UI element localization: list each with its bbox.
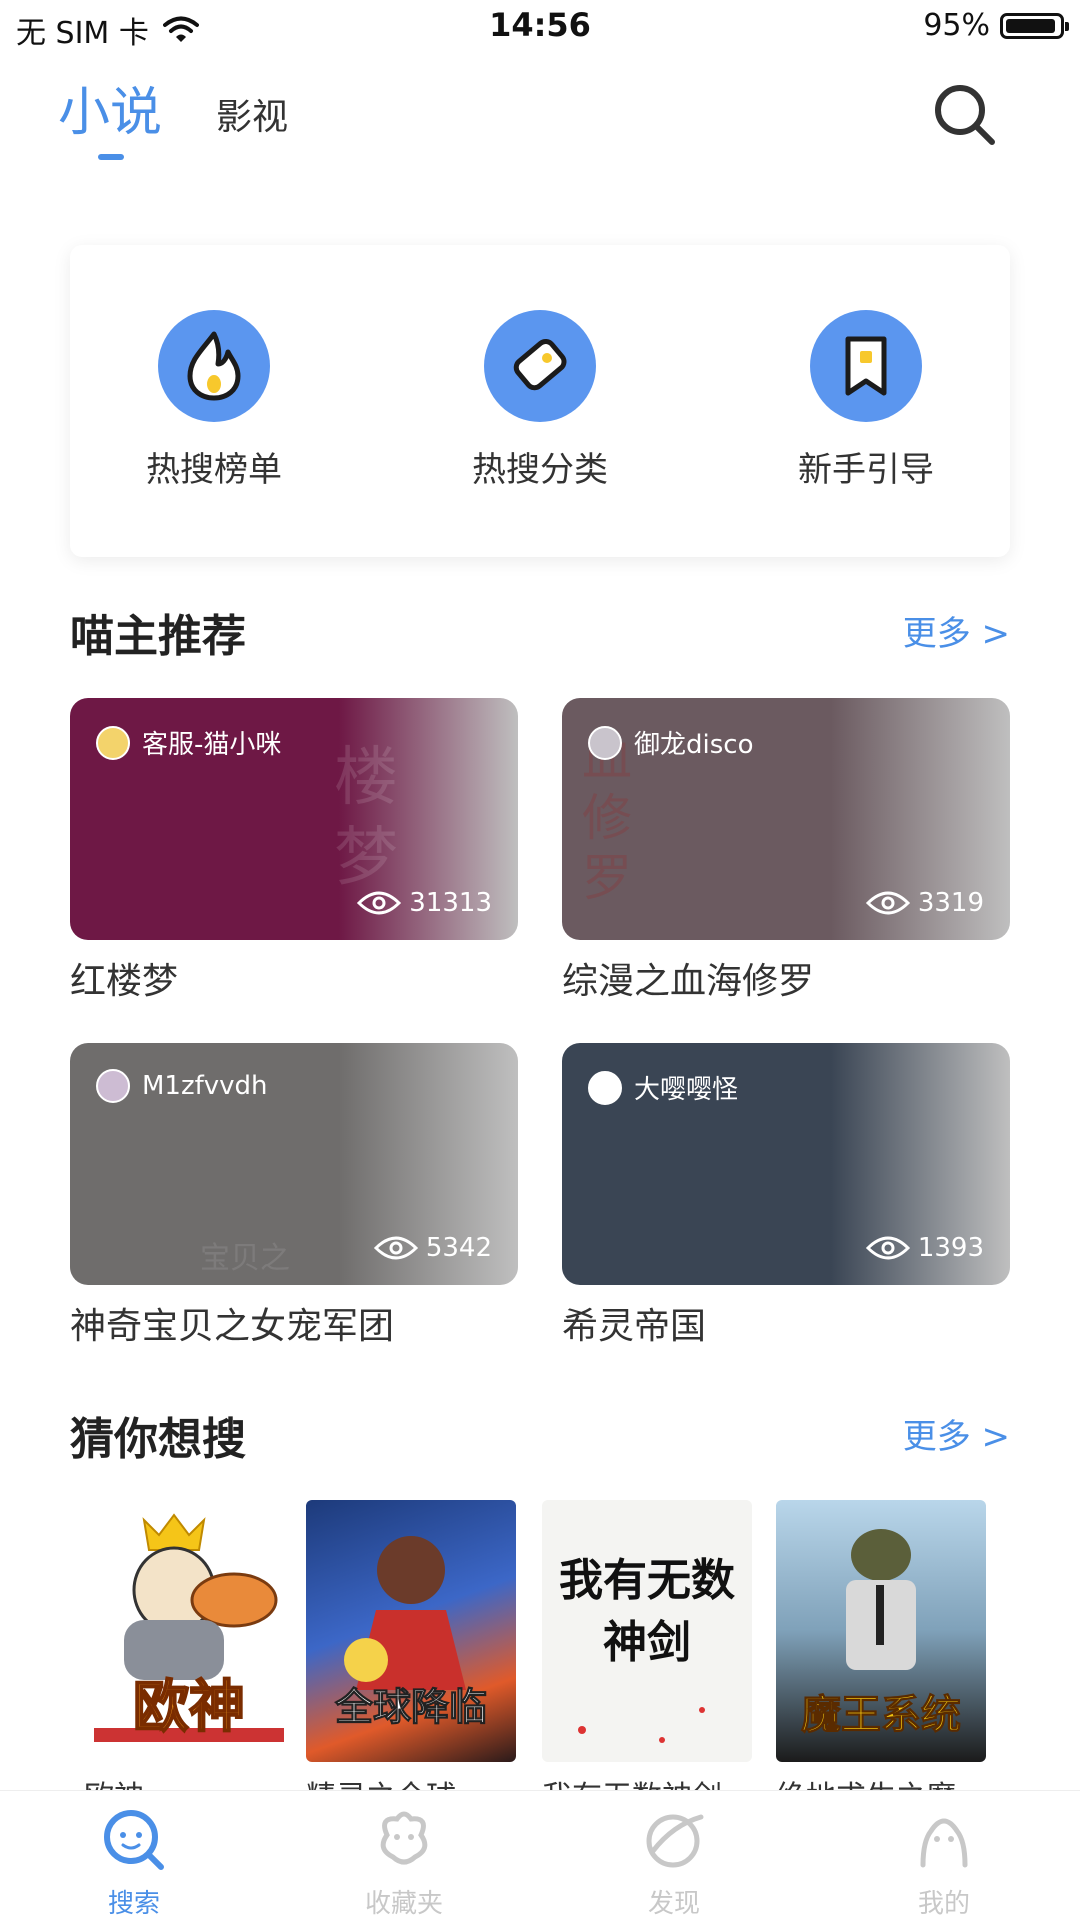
avatar — [588, 1070, 622, 1105]
nav-label: 收藏夹 — [364, 1889, 443, 1919]
avatar — [96, 1069, 130, 1103]
discover-icon — [646, 1814, 704, 1868]
favorites-icon — [380, 1811, 428, 1865]
book-item[interactable]: 欧神 欧神 — [84, 1500, 294, 1816]
bottom-nav: 搜索 收藏夹 发现 我的 — [0, 1790, 1080, 1921]
recommend-title: 喵主推荐 — [70, 611, 246, 662]
top-tabs: 小说 影视 — [0, 70, 1080, 170]
battery-percent: 95% — [923, 8, 990, 43]
recommend-user-name: M1zfvvdh — [142, 1071, 268, 1101]
recommend-book-title: 希灵帝国 — [562, 1306, 707, 1347]
nav-label: 发现 — [647, 1889, 700, 1919]
quick-actions-card: 热搜榜单 热搜分类 新手引导 — [70, 245, 1010, 557]
quick-action-label: 新手引导 — [798, 450, 934, 490]
search-face-icon — [104, 1810, 164, 1870]
recommend-cover: 血修罗 御龙disco 3319 — [562, 698, 1010, 940]
active-tab-indicator — [98, 154, 124, 160]
recommend-cover: 宝贝之 M1zfvvdh 5342 — [70, 1043, 518, 1285]
view-count-value: 31313 — [409, 888, 492, 918]
guess-title: 猜你想搜 — [70, 1414, 246, 1465]
recommend-user-name: 大嘤嘤怪 — [634, 1075, 739, 1105]
bookmark-icon — [810, 310, 922, 422]
search-icon[interactable] — [930, 80, 1000, 150]
book-cover: 全球降临 — [306, 1500, 516, 1762]
recommend-user: 御龙disco — [588, 724, 753, 761]
profile-icon — [920, 1818, 968, 1868]
book-item[interactable]: 我有无数神剑 我有无数神剑 — [542, 1500, 752, 1816]
recommend-user: 客服-猫小咪 — [96, 724, 281, 761]
flame-icon — [158, 310, 270, 422]
nav-label: 搜索 — [107, 1889, 160, 1919]
recommend-cover: 楼梦 客服-猫小咪 31313 — [70, 698, 518, 940]
eye-icon — [373, 1236, 418, 1260]
status-bar: 无 SIM 卡 14:56 95% — [0, 0, 1080, 54]
quick-action-guide[interactable]: 新手引导 — [746, 310, 986, 491]
book-cover: 魔王系统 — [776, 1500, 986, 1762]
view-count: 3319 — [865, 888, 984, 918]
book-cover-text: 我有无数神剑 — [559, 1555, 735, 1668]
recommend-cover: 大嘤嘤怪 1393 — [562, 1043, 1010, 1285]
book-cover-text: 欧神 — [132, 1673, 246, 1741]
recommend-card[interactable]: 宝贝之 M1zfvvdh 5342 神奇宝贝之女宠军团 — [70, 1043, 518, 1349]
guess-header: 猜你想搜 更多 > — [70, 1403, 1010, 1465]
recommend-card[interactable]: 楼梦 客服-猫小咪 31313 红楼梦 — [70, 698, 518, 1004]
recommend-book-title: 综漫之血海修罗 — [562, 961, 815, 1002]
book-cover: 欧神 — [84, 1500, 294, 1762]
book-cover-text: 全球降临 — [334, 1684, 487, 1730]
battery-icon — [1000, 12, 1069, 39]
quick-action-category[interactable]: 热搜分类 — [420, 310, 660, 491]
recommend-more-link[interactable]: 更多 > — [903, 606, 1010, 655]
nav-label: 我的 — [917, 1889, 970, 1919]
status-time: 14:56 — [489, 6, 591, 44]
nav-discover[interactable]: 发现 — [604, 1805, 744, 1920]
nav-search[interactable]: 搜索 — [64, 1805, 204, 1920]
recommend-card[interactable]: 大嘤嘤怪 1393 希灵帝国 — [562, 1043, 1010, 1349]
quick-action-hot-list[interactable]: 热搜榜单 — [94, 310, 334, 491]
book-item[interactable]: 全球降临 精灵之全球... — [306, 1500, 516, 1816]
view-count-value: 1393 — [917, 1233, 984, 1263]
recommend-user-name: 客服-猫小咪 — [142, 730, 282, 760]
eye-icon — [357, 891, 402, 915]
view-count: 1393 — [865, 1233, 984, 1263]
book-cover: 我有无数神剑 — [542, 1500, 752, 1762]
recommend-card[interactable]: 血修罗 御龙disco 3319 综漫之血海修罗 — [562, 698, 1010, 1004]
eye-icon — [865, 1236, 910, 1260]
status-right: 95% — [923, 8, 1069, 43]
tag-icon — [484, 310, 596, 422]
guess-more-link[interactable]: 更多 > — [903, 1409, 1010, 1458]
view-count: 5342 — [373, 1233, 492, 1263]
avatar — [588, 725, 622, 760]
recommend-header: 喵主推荐 更多 > — [70, 600, 1010, 662]
recommend-user-name: 御龙disco — [634, 730, 754, 760]
eye-icon — [865, 891, 910, 915]
book-cover-text: 魔王系统 — [801, 1691, 962, 1739]
tab-novel[interactable]: 小说 — [58, 70, 162, 145]
tab-video[interactable]: 影视 — [216, 88, 288, 140]
guess-book-list: 欧神 欧神 全球降临 精灵之全球... 我有无数神剑 我有无数神剑 — [70, 1500, 1080, 1815]
avatar — [96, 725, 130, 760]
recommend-user: 大嘤嘤怪 — [588, 1069, 738, 1106]
recommend-user: M1zfvvdh — [96, 1069, 268, 1103]
view-count: 31313 — [357, 888, 492, 918]
view-count-value: 3319 — [917, 888, 984, 918]
view-count-value: 5342 — [425, 1233, 492, 1263]
book-item[interactable]: 魔王系统 绝地求生之魔... — [776, 1500, 986, 1816]
recommend-book-title: 神奇宝贝之女宠军团 — [70, 1306, 395, 1347]
battery-fill — [1006, 18, 1055, 33]
nav-profile[interactable]: 我的 — [874, 1805, 1014, 1920]
nav-favorites[interactable]: 收藏夹 — [334, 1805, 474, 1920]
quick-action-label: 热搜榜单 — [146, 450, 282, 490]
recommend-book-title: 红楼梦 — [70, 961, 179, 1002]
quick-action-label: 热搜分类 — [472, 450, 608, 490]
